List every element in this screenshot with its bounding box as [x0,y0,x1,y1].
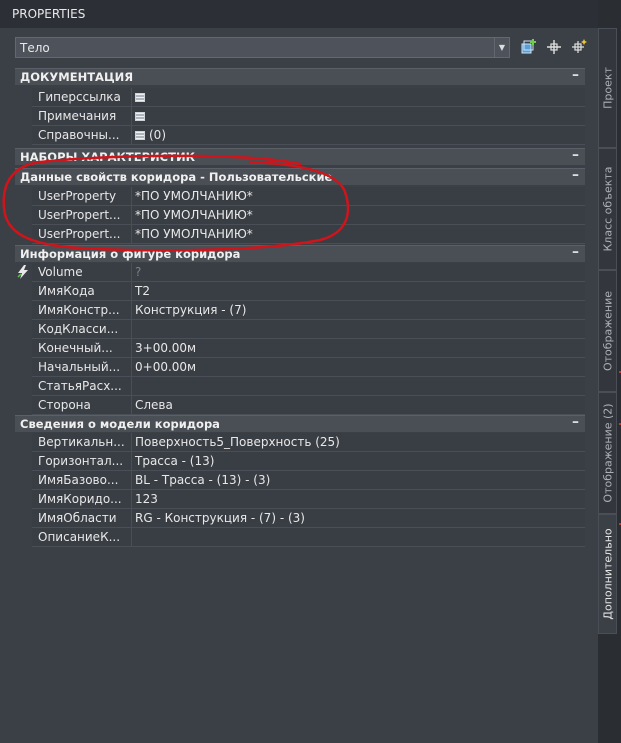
tab-object-class[interactable]: Класс объекта [598,148,617,270]
section-title: Данные свойств коридора - Пользовательск… [20,170,333,184]
section-title: ДОКУМЕНТАЦИЯ [20,70,134,84]
property-value: BL - Трасса - (13) - (3) [135,473,271,487]
property-row[interactable]: СтатьяРасх... [15,377,585,396]
collapse-icon[interactable]: – [572,244,579,260]
property-row[interactable]: UserPropert... *ПО УМОЛЧАНИЮ* [15,206,585,225]
section-title: Сведения о модели коридора [20,417,220,431]
property-name: Конечный... [38,341,113,355]
property-row[interactable]: UserPropert... *ПО УМОЛЧАНИЮ* [15,225,585,244]
property-name: UserPropert... [38,227,121,241]
property-value: ? [135,265,142,279]
chevron-down-icon[interactable]: ▼ [494,38,509,57]
lightning-icon [17,265,28,279]
section-corridor-shape-info[interactable]: Информация о фигуре коридора – [15,244,585,262]
collapse-icon[interactable]: – [572,67,579,83]
property-value: (0) [149,128,166,142]
property-row[interactable]: ИмяБазово... BL - Трасса - (13) - (3) [15,471,585,490]
property-row[interactable]: ИмяКоридо... 123 [15,490,585,509]
collapse-icon[interactable]: – [572,147,579,163]
property-value: 123 [135,492,158,506]
property-value: Поверхность5_Поверхность (25) [135,435,340,449]
property-value: RG - Конструкция - (7) - (3) [135,511,305,525]
property-name: ОписаниеК... [38,530,121,544]
section-corridor-model-info[interactable]: Сведения о модели коридора – [15,414,585,432]
property-name: ИмяКоридо... [38,492,122,506]
property-row[interactable]: Начальный... 0+00.00м [15,358,585,377]
property-value: *ПО УМОЛЧАНИЮ* [135,189,253,203]
property-name: Сторона [38,398,91,412]
property-name: ИмяКонстр... [38,303,120,317]
property-name: Начальный... [38,360,121,374]
document-icon[interactable] [135,131,145,140]
property-name: КодКласси... [38,322,119,336]
property-row[interactable]: Вертикальн... Поверхность5_Поверхность (… [15,433,585,452]
property-name: Примечания [38,109,117,123]
property-row[interactable]: КодКласси... [15,320,585,339]
property-row[interactable]: Примечания [15,107,585,126]
property-row[interactable]: Сторона Слева [15,396,585,415]
section-corridor-user-data[interactable]: Данные свойств коридора - Пользовательск… [15,167,585,185]
object-type-value: Тело [20,41,50,55]
title-bar[interactable]: PROPERTIES [0,0,598,28]
property-name: СтатьяРасх... [38,379,122,393]
pickadd-icon[interactable] [545,38,563,56]
document-icon[interactable] [135,112,145,121]
property-row[interactable]: ИмяОбласти RG - Конструкция - (7) - (3) [15,509,585,528]
property-name: UserProperty [38,189,117,203]
property-name: Volume [38,265,83,279]
property-name: Справочны... [38,128,120,142]
property-name: Гиперссылка [38,90,121,104]
property-value: 3+00.00м [135,341,197,355]
property-name: Вертикальн... [38,435,125,449]
property-value: 0+00.00м [135,360,197,374]
property-row[interactable]: UserProperty *ПО УМОЛЧАНИЮ* [15,187,585,206]
property-row[interactable]: Горизонтал... Трасса - (13) [15,452,585,471]
property-row[interactable]: ОписаниеК... [15,528,585,547]
property-row[interactable]: ИмяКонстр... Конструкция - (7) [15,301,585,320]
document-icon[interactable] [135,93,145,102]
property-value: *ПО УМОЛЧАНИЮ* [135,227,253,241]
section-title: Информация о фигуре коридора [20,247,241,261]
property-row[interactable]: Справочны... (0) [15,126,585,145]
property-row[interactable]: Volume ? [15,263,585,282]
side-tab-strip: Проект Класс объекта Отображение Отображ… [598,0,621,743]
section-title: НАБОРЫ ХАРАКТЕРИСТИК [20,150,195,164]
object-type-dropdown[interactable]: Тело ▼ [15,37,510,58]
properties-palette: PROPERTIES Тело ▼ ДОКУМЕНТАЦИЯ – Гиперсс… [0,0,598,743]
select-objects-icon[interactable] [570,38,588,56]
property-value: Конструкция - (7) [135,303,247,317]
tab-project[interactable]: Проект [598,28,617,148]
property-value: Слева [135,398,173,412]
quick-select-icon[interactable] [520,38,538,56]
property-name: ИмяБазово... [38,473,119,487]
property-name: Горизонтал... [38,454,124,468]
property-value: T2 [135,284,150,298]
palette-title: PROPERTIES [12,7,86,21]
collapse-icon[interactable]: – [572,414,579,430]
property-row[interactable]: ИмяКода T2 [15,282,585,301]
property-value: Трасса - (13) [135,454,215,468]
tab-display[interactable]: Отображение [598,270,617,392]
property-name: UserPropert... [38,208,121,222]
property-name: ИмяКода [38,284,95,298]
collapse-icon[interactable]: – [572,167,579,183]
property-value: *ПО УМОЛЧАНИЮ* [135,208,253,222]
section-property-sets[interactable]: НАБОРЫ ХАРАКТЕРИСТИК – [15,147,585,165]
tab-extended[interactable]: Дополнительно [598,514,617,634]
section-documentation[interactable]: ДОКУМЕНТАЦИЯ – [15,67,585,85]
property-row[interactable]: Конечный... 3+00.00м [15,339,585,358]
tab-display-2[interactable]: Отображение (2) [598,392,617,514]
property-name: ИмяОбласти [38,511,117,525]
property-row[interactable]: Гиперссылка [15,88,585,107]
